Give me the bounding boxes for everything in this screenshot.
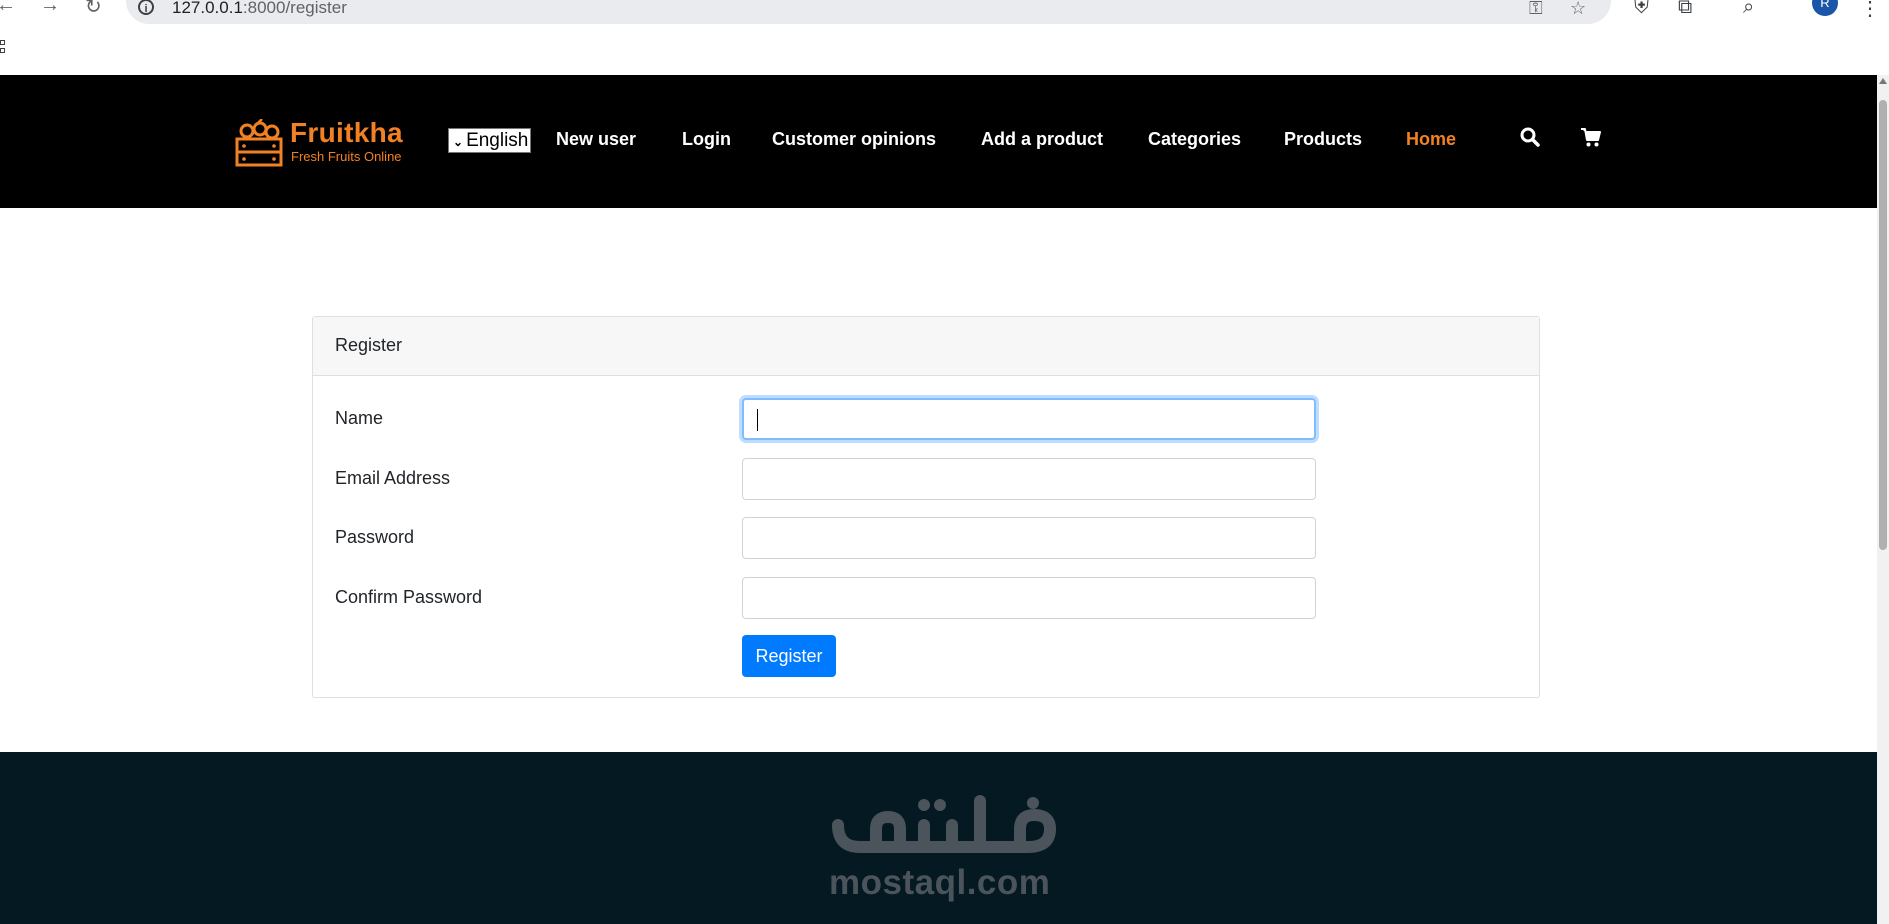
language-select[interactable]: ⌄ English <box>448 128 531 153</box>
mostaql-watermark-logo <box>832 795 1056 853</box>
nav-add-product[interactable]: Add a product <box>981 129 1103 150</box>
nav-new-user[interactable]: New user <box>556 129 636 150</box>
logo[interactable]: Fruitkha Fresh Fruits Online <box>234 117 414 167</box>
confirm-password-input[interactable] <box>742 577 1316 619</box>
name-label: Name <box>335 408 384 428</box>
nav-categories[interactable]: Categories <box>1148 129 1241 150</box>
scroll-up-arrow-icon[interactable] <box>1879 78 1887 84</box>
card-title: Register <box>335 335 403 355</box>
watermark-text: mostaql.com <box>829 863 1051 902</box>
address-bar[interactable]: i 127.0.0.1:8000/register ⚿ ☆ <box>126 0 1611 24</box>
browser-toolbar: ← → ↻ i 127.0.0.1:8000/register ⚿ ☆ ⛨ ⧉ … <box>0 0 1889 75</box>
nav-customer-opinions[interactable]: Customer opinions <box>772 129 936 150</box>
shield-icon[interactable]: ⛨ <box>1634 0 1649 19</box>
logo-title: Fruitkha <box>290 117 403 148</box>
extensions-icon[interactable]: ⧉ <box>1678 0 1692 19</box>
menu-dots-icon[interactable]: ⋮ <box>1860 0 1880 21</box>
nav-home[interactable]: Home <box>1406 129 1456 150</box>
nav-products[interactable]: Products <box>1284 129 1362 150</box>
email-label: Email Address <box>335 468 451 488</box>
cart-icon[interactable] <box>1580 126 1602 148</box>
confirm-password-label: Confirm Password <box>335 587 483 607</box>
language-select-value: English <box>466 130 529 151</box>
forward-icon[interactable]: → <box>40 0 60 17</box>
password-input[interactable] <box>742 517 1316 559</box>
url-text: 127.0.0.1:8000/register <box>172 0 347 17</box>
logo-subtitle: Fresh Fruits Online <box>291 149 402 164</box>
page-scrollbar[interactable] <box>1877 75 1889 924</box>
footer: mostaql.com <box>0 752 1877 924</box>
back-icon[interactable]: ← <box>0 0 16 17</box>
chevron-down-icon: ⌄ <box>453 135 464 149</box>
register-button[interactable]: Register <box>742 635 836 677</box>
apps-grid-icon[interactable] <box>0 40 10 56</box>
site-header: Fruitkha Fresh Fruits Online ⌄ English Ne… <box>0 75 1877 208</box>
reload-icon[interactable]: ↻ <box>85 0 102 19</box>
profile-avatar[interactable]: R <box>1812 0 1838 16</box>
nav-login[interactable]: Login <box>682 129 731 150</box>
site-info-icon[interactable]: i <box>138 0 154 15</box>
scrollbar-thumb[interactable] <box>1879 100 1887 550</box>
card-header: Register <box>313 317 1539 376</box>
lens-icon[interactable]: ⌕ <box>1743 0 1754 19</box>
text-caret <box>757 409 758 431</box>
password-label: Password <box>335 527 415 547</box>
register-card: Register Name Email Address Password Con… <box>312 316 1540 698</box>
bookmark-star-icon[interactable]: ☆ <box>1570 0 1586 19</box>
fruit-crate-icon <box>235 119 283 167</box>
search-icon[interactable] <box>1519 126 1541 148</box>
name-input[interactable] <box>742 398 1316 440</box>
key-icon[interactable]: ⚿ <box>1529 0 1543 19</box>
email-input[interactable] <box>742 458 1316 500</box>
